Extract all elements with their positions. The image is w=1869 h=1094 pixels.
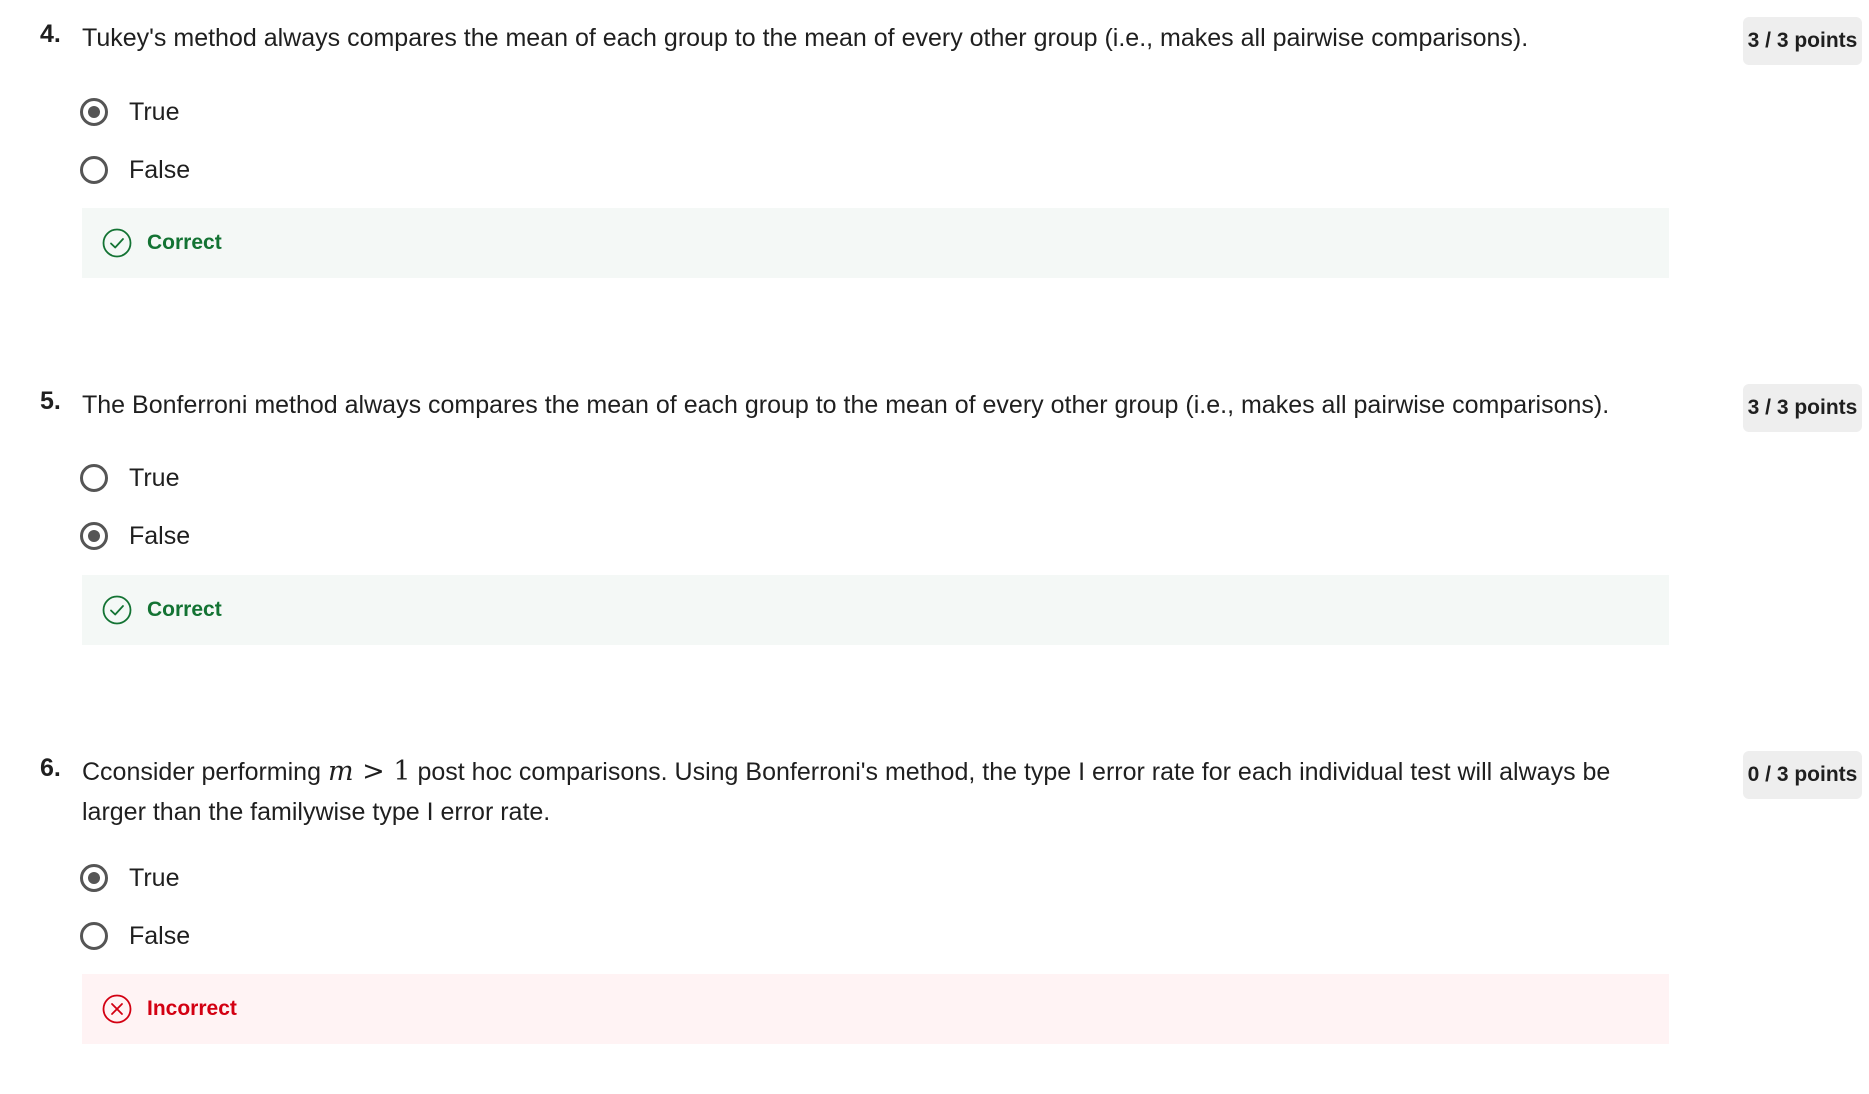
option-label: False — [129, 521, 191, 550]
option-false[interactable]: False — [80, 152, 190, 188]
question-text: Cconsider performing m > 1 post hoc comp… — [82, 752, 1642, 832]
radio-button[interactable] — [80, 98, 108, 126]
x-circle-icon — [102, 994, 132, 1024]
question-number: 4. — [40, 20, 61, 48]
option-label: False — [129, 921, 191, 950]
option-label: True — [129, 863, 180, 892]
feedback-correct: Correct — [82, 208, 1669, 278]
radio-button[interactable] — [80, 522, 108, 550]
question-number: 6. — [40, 754, 61, 782]
feedback-correct: Correct — [82, 575, 1669, 645]
feedback-label: Incorrect — [147, 997, 237, 1020]
math-variable: m — [327, 756, 354, 787]
question-number: 5. — [40, 387, 61, 415]
radio-button[interactable] — [80, 864, 108, 892]
option-true[interactable]: True — [80, 94, 179, 130]
math-operator: > — [353, 756, 394, 787]
feedback-label: Correct — [147, 231, 222, 254]
option-false[interactable]: False — [80, 518, 190, 554]
math-number: 1 — [393, 756, 411, 787]
radio-button[interactable] — [80, 156, 108, 184]
points-badge: 0 / 3 points — [1743, 751, 1862, 799]
question-text: The Bonferroni method always compares th… — [82, 391, 1610, 419]
option-false[interactable]: False — [80, 918, 190, 954]
question-text-part: Cconsider performing — [82, 758, 328, 786]
points-badge: 3 / 3 points — [1743, 384, 1862, 432]
points-badge: 3 / 3 points — [1743, 17, 1862, 65]
option-label: True — [129, 463, 180, 492]
option-true[interactable]: True — [80, 460, 179, 496]
check-circle-icon — [102, 595, 132, 625]
option-label: False — [129, 155, 191, 184]
feedback-incorrect: Incorrect — [82, 974, 1669, 1044]
option-label: True — [129, 97, 180, 126]
option-true[interactable]: True — [80, 860, 179, 896]
feedback-label: Correct — [147, 598, 222, 621]
question-text: Tukey's method always compares the mean … — [82, 24, 1529, 52]
check-circle-icon — [102, 228, 132, 258]
radio-button[interactable] — [80, 464, 108, 492]
math-expression: m > 1 — [328, 756, 411, 787]
radio-button[interactable] — [80, 922, 108, 950]
